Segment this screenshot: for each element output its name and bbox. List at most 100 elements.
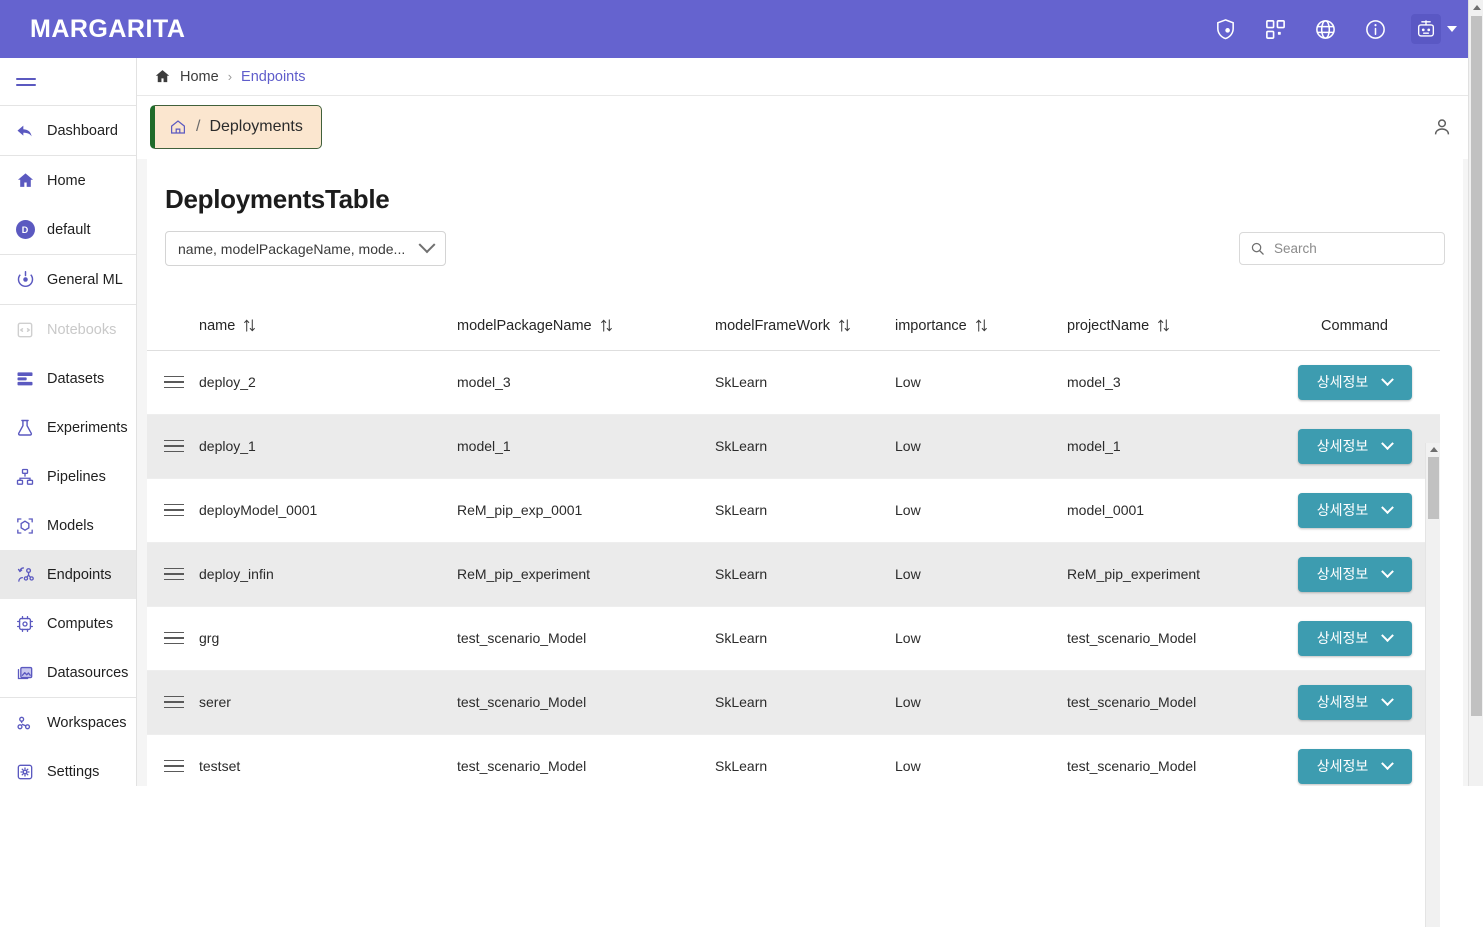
table-row[interactable]: deployModel_0001 ReM_pip_exp_0001 SkLearn L… (147, 478, 1440, 543)
table-row[interactable]: deploy_1 model_1 SkLearn Low model_1 상세정보 (147, 414, 1440, 479)
search-box[interactable] (1239, 232, 1451, 265)
row-drag-cell[interactable] (147, 478, 199, 543)
apps-grid-icon[interactable] (1261, 15, 1289, 43)
sidebar-item-workspaces[interactable]: Workspaces (0, 698, 136, 747)
page-title: DeploymentsTable (165, 184, 390, 214)
sidebar-toggle-button[interactable] (0, 58, 136, 105)
account-menu[interactable] (1411, 14, 1457, 44)
sidebar-item-pipelines[interactable]: Pipelines (0, 452, 136, 501)
cell-text: serer (199, 694, 231, 710)
search-input[interactable] (1274, 241, 1451, 256)
row-drag-cell[interactable] (147, 606, 199, 671)
drag-handle-icon[interactable] (164, 759, 184, 773)
sidebar-item-datasources[interactable]: Datasources (0, 648, 136, 697)
experiments-flask-icon (14, 417, 36, 439)
detail-info-label: 상세정보 (1316, 758, 1369, 774)
drag-handle-icon[interactable] (164, 695, 184, 709)
chevron-down-icon (1381, 628, 1395, 642)
cell-text: deploy_2 (199, 374, 256, 390)
chevron-down-icon (1381, 692, 1395, 706)
table-row[interactable]: deploy_2 model_3 SkLearn Low model_3 상세정보 (147, 350, 1440, 415)
th-project-name[interactable]: projectName (1067, 302, 1269, 351)
cell-projectName: ReM_pip_experiment (1067, 542, 1269, 607)
sidebar-item-label: Computes (47, 615, 114, 632)
drag-handle-icon[interactable] (164, 503, 184, 517)
globe-icon[interactable] (1311, 15, 1339, 43)
detail-info-button[interactable]: 상세정보 (1297, 364, 1412, 400)
sidebar-item-default[interactable]: D default (0, 205, 136, 254)
cell-text: Low (895, 374, 921, 390)
sidebar-item-label: Endpoints (47, 566, 112, 583)
detail-info-button[interactable]: 상세정보 (1297, 492, 1412, 528)
page-scrollbar[interactable] (1468, 0, 1483, 786)
tab-deployments[interactable]: / Deployments (150, 105, 322, 149)
cell-text: ReM_pip_experiment (457, 566, 591, 582)
drag-handle-icon[interactable] (164, 439, 184, 453)
cell-text: model_1 (457, 438, 511, 454)
drag-handle-icon[interactable] (164, 567, 184, 581)
th-importance[interactable]: importance (895, 302, 1067, 351)
sidebar-item-general-ml[interactable]: General ML (0, 255, 136, 304)
table-scrollbar[interactable] (1425, 443, 1440, 927)
breadcrumb-home[interactable]: Home (180, 69, 219, 85)
sort-updown-icon[interactable] (1157, 318, 1170, 333)
cell-command: 상세정보 (1269, 478, 1440, 543)
info-circle-icon[interactable] (1361, 15, 1389, 43)
sort-updown-icon[interactable] (600, 318, 613, 333)
sidebar-item-home[interactable]: Home (0, 156, 136, 205)
table-scrollbar-thumb[interactable] (1428, 457, 1439, 519)
detail-info-button[interactable]: 상세정보 (1297, 556, 1412, 592)
page-scrollbar-thumb[interactable] (1471, 16, 1482, 716)
drag-handle-icon[interactable] (164, 375, 184, 389)
drag-handle-icon[interactable] (164, 631, 184, 645)
row-drag-cell[interactable] (147, 670, 199, 735)
detail-info-button[interactable]: 상세정보 (1297, 620, 1412, 656)
default-badge-letter: D (15, 220, 35, 239)
sidebar-item-experiments[interactable]: Experiments (0, 403, 136, 452)
cell-modelPackageName: test_scenario_Model (457, 606, 715, 671)
scroll-up-arrow-icon[interactable] (1473, 5, 1481, 10)
row-drag-cell[interactable] (147, 350, 199, 415)
th-name[interactable]: name (199, 302, 457, 351)
th-model-package-name[interactable]: modelPackageName (457, 302, 715, 351)
sort-updown-icon[interactable] (838, 318, 851, 333)
cell-text: test_scenario_Model (1067, 694, 1197, 710)
column-select[interactable]: name, modelPackageName, mode... (165, 231, 446, 266)
scroll-up-arrow-icon[interactable] (1430, 447, 1438, 452)
cell-modelFrameWork: SkLearn (715, 734, 895, 786)
row-drag-cell[interactable] (147, 414, 199, 479)
sidebar-item-datasets[interactable]: Datasets (0, 354, 136, 403)
pipelines-icon (14, 466, 36, 488)
detail-info-button[interactable]: 상세정보 (1297, 684, 1412, 720)
table-row[interactable]: testset test_scenario_Model SkLearn Low test… (147, 734, 1440, 786)
shield-lock-icon[interactable] (1211, 15, 1239, 43)
user-profile-button[interactable] (1431, 116, 1453, 138)
sidebar-item-models[interactable]: Models (0, 501, 136, 550)
app-brand-title: MARGARITA (30, 14, 186, 43)
cell-projectName: test_scenario_Model (1067, 606, 1269, 671)
cell-projectName: model_3 (1067, 350, 1269, 415)
sidebar-item-settings[interactable]: Settings (0, 747, 136, 786)
sort-updown-icon[interactable] (975, 318, 988, 333)
table-row[interactable]: deploy_infin ReM_pip_experiment SkLearn Low… (147, 542, 1440, 607)
row-drag-cell[interactable] (147, 734, 199, 786)
sidebar-item-dashboard[interactable]: Dashboard (0, 106, 136, 155)
cell-modelPackageName: ReM_pip_exp_0001 (457, 478, 715, 543)
cell-modelFrameWork: SkLearn (715, 478, 895, 543)
cell-projectName: model_1 (1067, 414, 1269, 479)
back-arrow-icon (14, 120, 36, 142)
th-label: name (199, 317, 236, 334)
row-drag-cell[interactable] (147, 542, 199, 607)
detail-info-label: 상세정보 (1316, 374, 1369, 390)
detail-info-button[interactable]: 상세정보 (1297, 428, 1412, 464)
sidebar-item-computes[interactable]: Computes (0, 599, 136, 648)
th-model-framework[interactable]: modelFrameWork (715, 302, 895, 351)
table-row[interactable]: serer test_scenario_Model SkLearn Low test_s… (147, 670, 1440, 735)
top-app-bar: MARGARITA (0, 0, 1483, 58)
breadcrumb-current[interactable]: Endpoints (241, 69, 306, 85)
detail-info-button[interactable]: 상세정보 (1297, 748, 1412, 784)
breadcrumb-separator: › (227, 69, 233, 84)
table-row[interactable]: grg test_scenario_Model SkLearn Low test_sce… (147, 606, 1440, 671)
sort-updown-icon[interactable] (243, 318, 256, 333)
sidebar-item-endpoints[interactable]: Endpoints (0, 550, 136, 599)
